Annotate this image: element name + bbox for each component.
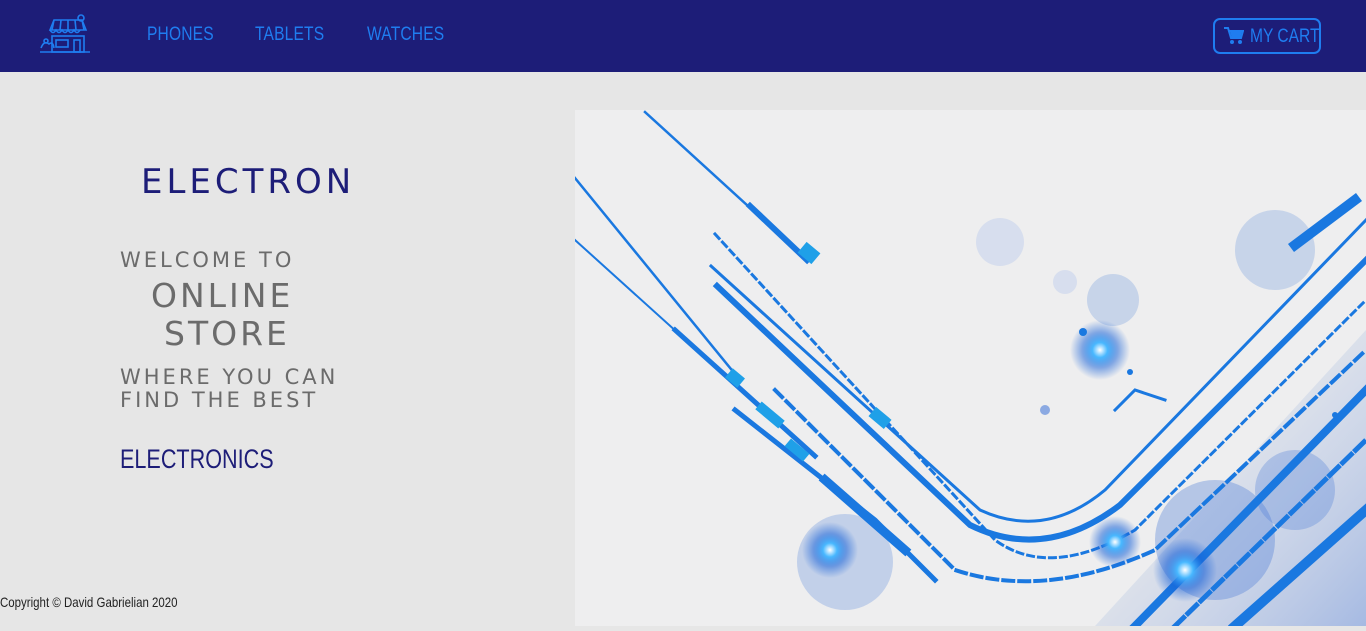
nav-link-watches[interactable]: WATCHES xyxy=(367,24,444,46)
welcome-text: WELCOME TO xyxy=(120,248,295,272)
my-cart-button[interactable]: MY CART xyxy=(1213,18,1321,54)
nav-link-phones[interactable]: PHONES xyxy=(147,24,214,46)
top-navbar: PHONES TABLETS WATCHES MY CART xyxy=(0,0,1366,72)
shopping-cart-icon xyxy=(1224,27,1245,45)
online-text: ONLINE xyxy=(151,276,294,315)
tagline-text: WHERE YOU CAN FIND THE BEST xyxy=(120,365,339,412)
cart-label: MY CART xyxy=(1250,26,1320,47)
electronics-text: ELECTRONICS xyxy=(120,444,274,474)
storefront-logo-icon[interactable] xyxy=(38,14,92,58)
brand-title: ELECTRON xyxy=(141,162,356,202)
store-text: STORE xyxy=(164,314,290,353)
circuit-tech-illustration xyxy=(573,110,1366,631)
nav-link-tablets[interactable]: TABLETS xyxy=(255,24,324,46)
footer-copyright: Copyright © David Gabrielian 2020 xyxy=(0,594,178,610)
